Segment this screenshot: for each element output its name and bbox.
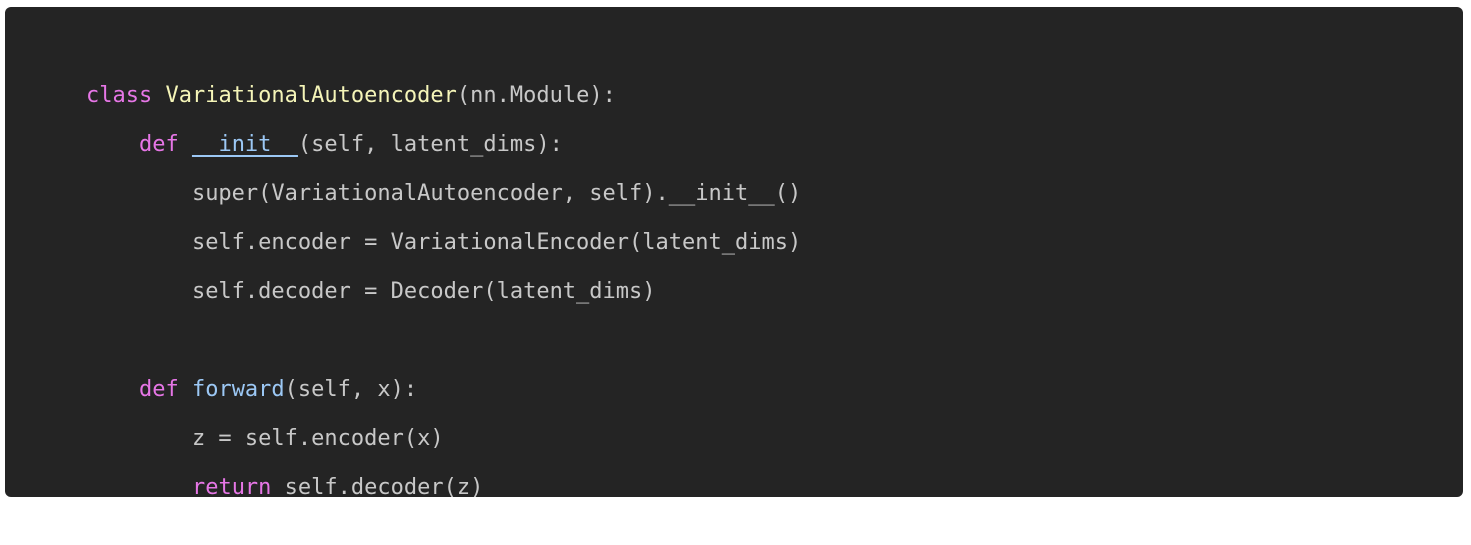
code-line: def forward(self, x): <box>33 333 1463 402</box>
code-text: self.decoder(z) <box>271 475 484 500</box>
keyword-def: def <box>138 377 192 402</box>
code-text: (self, x): <box>284 377 418 402</box>
keyword-return: return <box>191 475 272 500</box>
code-line: class VariationalAutoencoder(nn.Module): <box>33 39 1463 108</box>
class-name: VariationalAutoencoder <box>165 83 457 108</box>
code-text: (nn.Module): <box>456 83 616 108</box>
function-name-init: __init__ <box>191 132 298 157</box>
function-name-forward: forward <box>191 377 285 402</box>
code-text: super(VariationalAutoencoder, self).__in… <box>85 181 802 206</box>
code-text: z = self.encoder(x) <box>85 426 444 451</box>
code-block: class VariationalAutoencoder(nn.Module):… <box>5 7 1463 500</box>
code-text: (self, latent_dims): <box>297 132 563 157</box>
keyword-def: def <box>138 132 192 157</box>
keyword-class: class <box>85 83 166 108</box>
code-text: self.decoder = Decoder(latent_dims) <box>85 279 656 304</box>
code-text: self.encoder = VariationalEncoder(latent… <box>85 230 802 255</box>
